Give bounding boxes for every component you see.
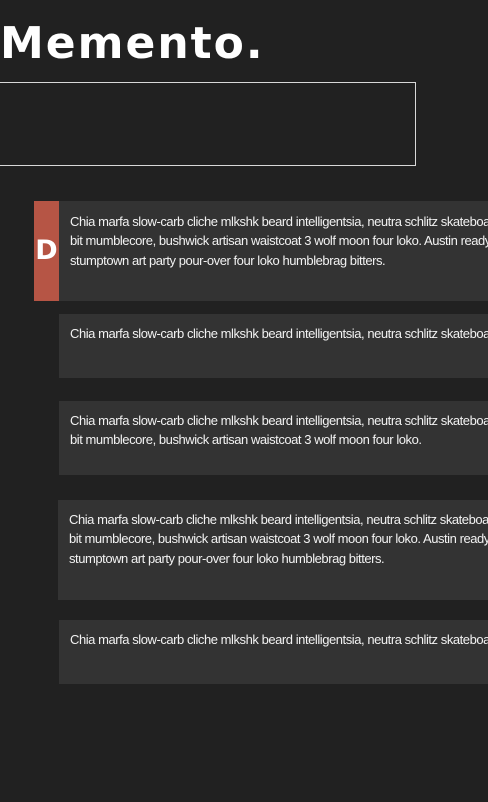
new-note-input[interactable] [0, 82, 416, 166]
note-text: Chia marfa slow-carb cliche mlkshk beard… [70, 632, 488, 647]
note-text: Chia marfa slow-carb cliche mlkshk beard… [70, 326, 488, 341]
note-text: Chia marfa slow-carb cliche mlkshk beard… [70, 214, 488, 268]
delete-note-button[interactable]: D [34, 201, 59, 301]
note-card[interactable]: D Chia marfa slow-carb cliche mlkshk bea… [34, 201, 488, 301]
note-card[interactable]: Chia marfa slow-carb cliche mlkshk beard… [58, 500, 488, 600]
note-card[interactable]: Chia marfa slow-carb cliche mlkshk beard… [59, 314, 488, 378]
app-title: Memento. [0, 18, 265, 69]
note-card[interactable]: Chia marfa slow-carb cliche mlkshk beard… [59, 401, 488, 475]
note-card[interactable]: Chia marfa slow-carb cliche mlkshk beard… [59, 620, 488, 684]
note-text: Chia marfa slow-carb cliche mlkshk beard… [70, 413, 488, 448]
note-text: Chia marfa slow-carb cliche mlkshk beard… [69, 512, 488, 566]
